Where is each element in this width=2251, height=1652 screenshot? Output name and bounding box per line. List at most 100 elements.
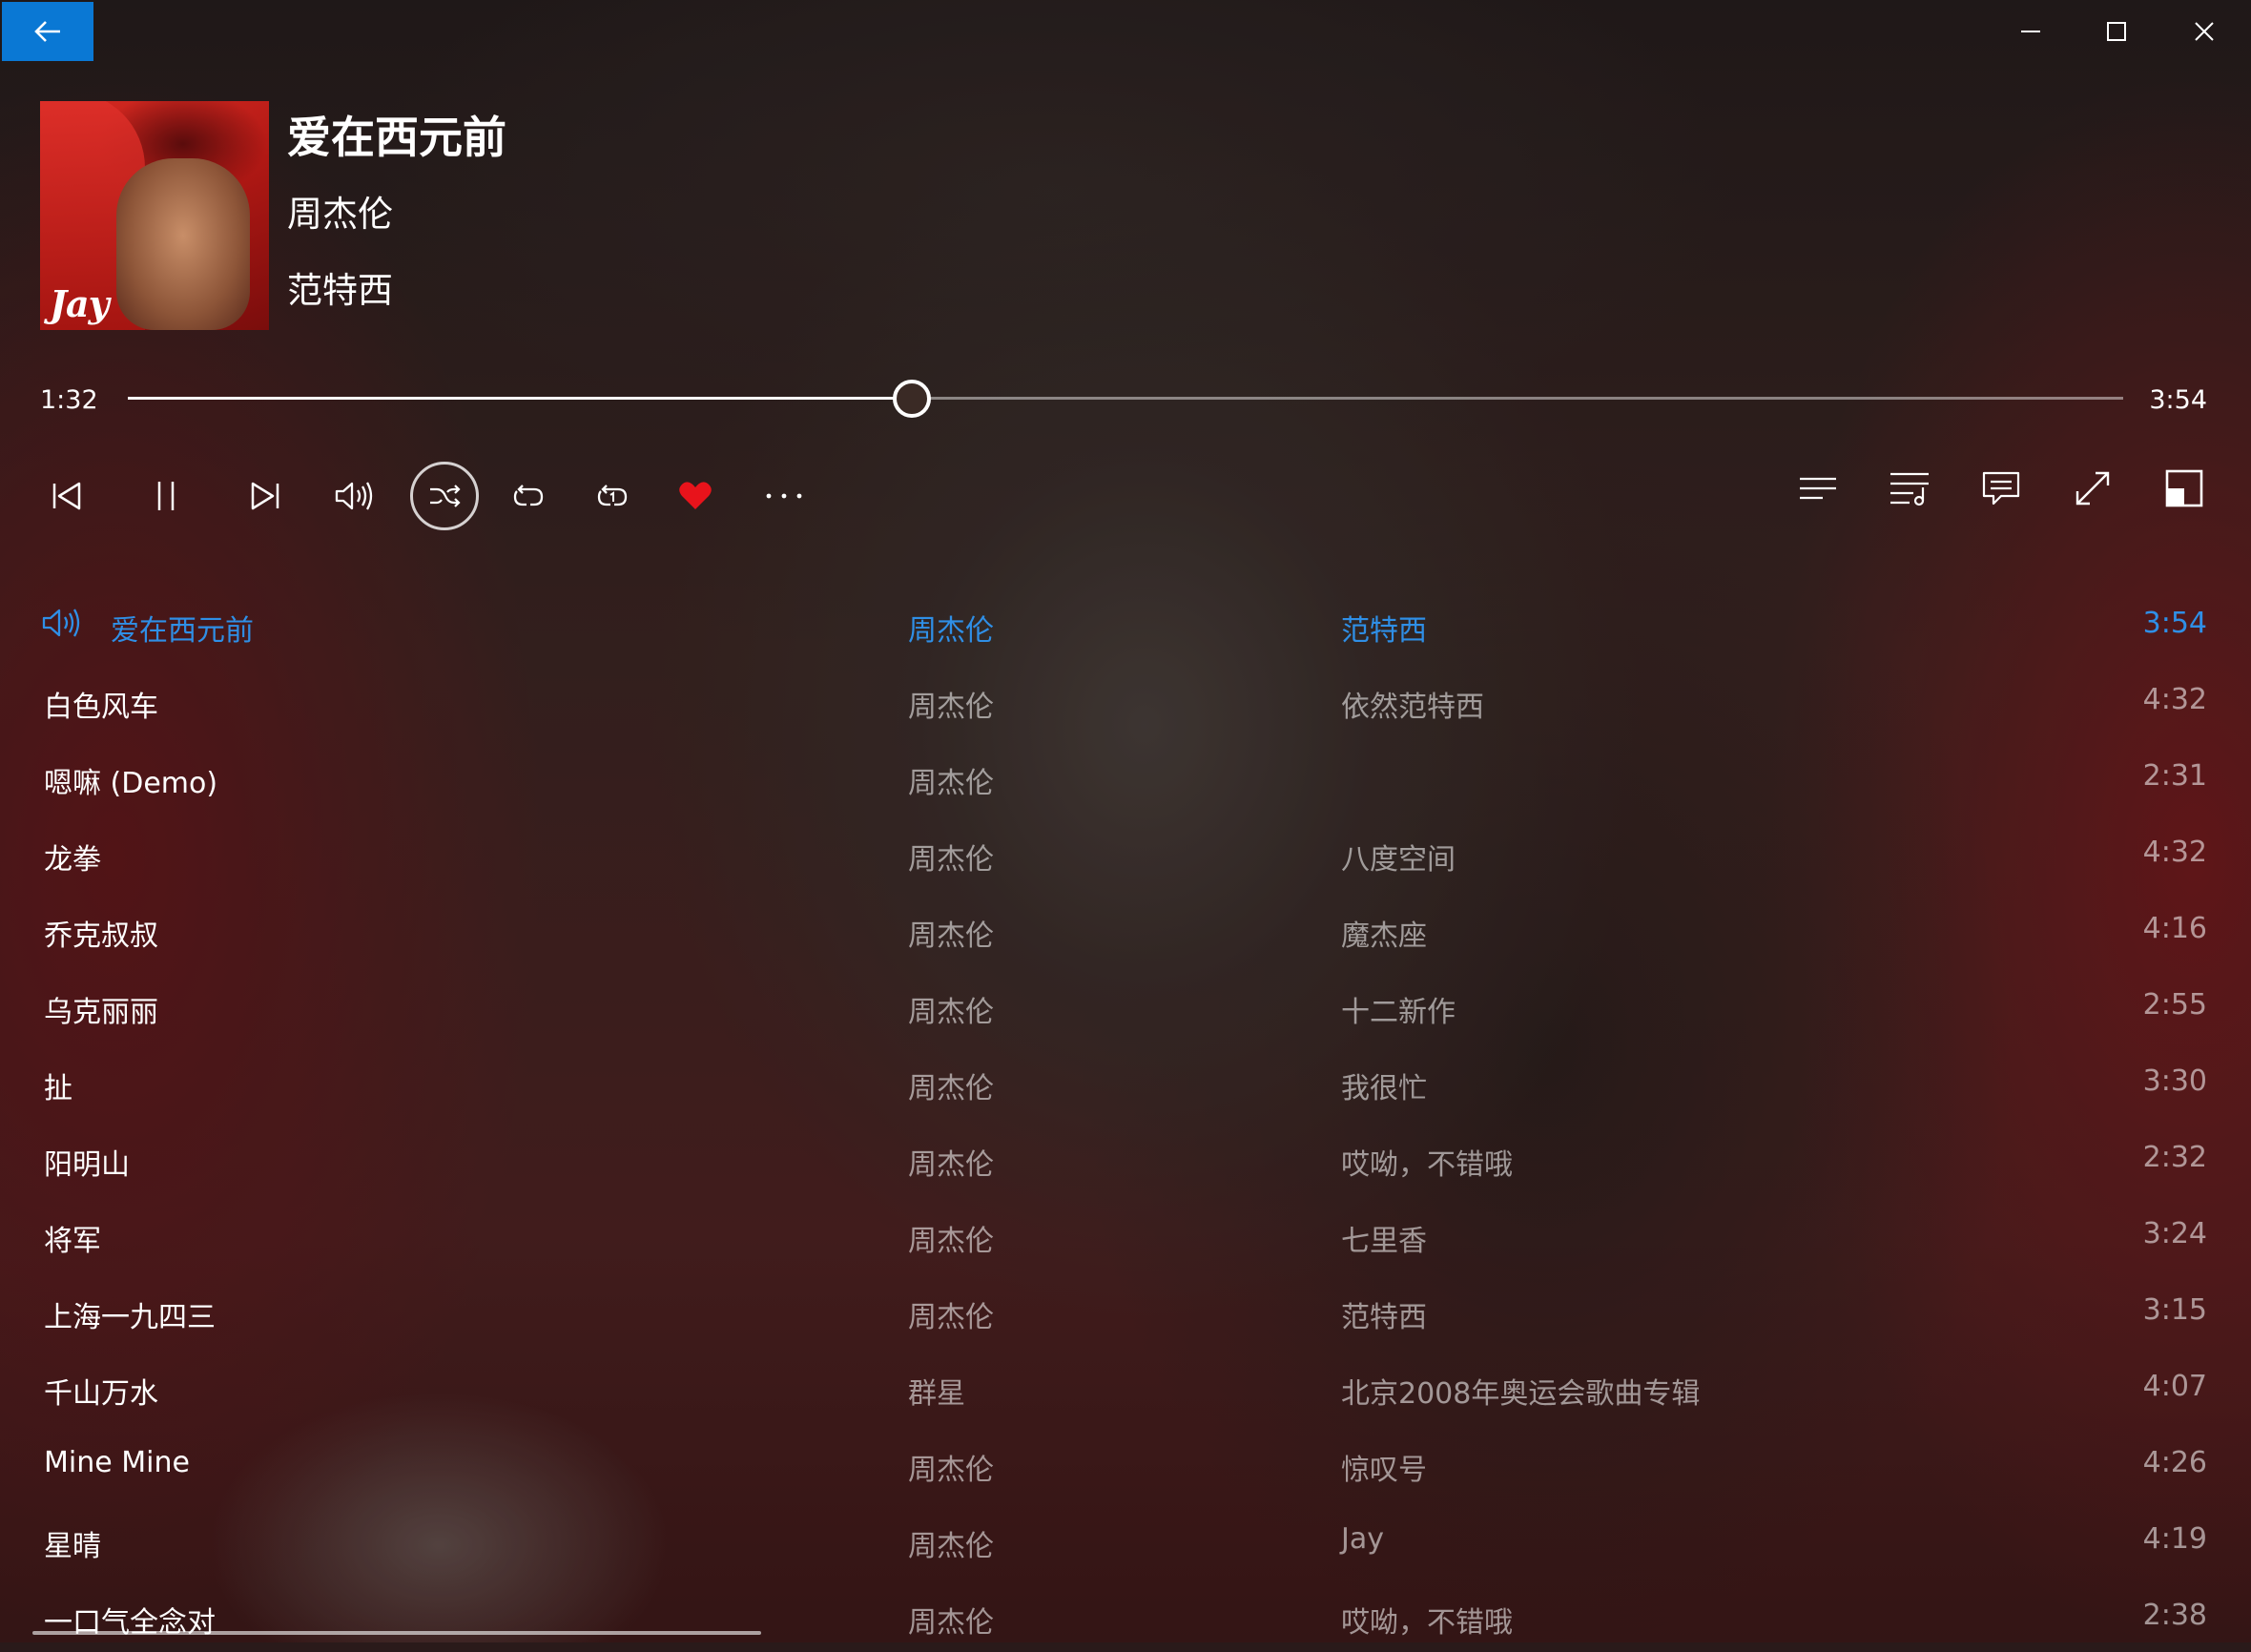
- fullscreen-button[interactable]: [2062, 458, 2123, 519]
- playlist-row[interactable]: 将军 周杰伦 七里香 3:24: [0, 1194, 2251, 1270]
- row-album: 范特西: [1341, 614, 1427, 648]
- row-title: 龙拳: [44, 843, 101, 877]
- lyrics-button[interactable]: [1787, 458, 1848, 519]
- maximize-button[interactable]: [2083, 8, 2150, 55]
- close-button[interactable]: [2171, 8, 2238, 55]
- row-album: 哎呦，不错哦: [1341, 1148, 1513, 1182]
- progress-thumb[interactable]: [893, 380, 932, 418]
- mini-mode-button[interactable]: [2154, 458, 2215, 519]
- playlist-row[interactable]: 嗯嘛 (Demo) 周杰伦 2:31: [0, 736, 2251, 813]
- next-icon: [251, 482, 279, 510]
- row-artist: 周杰伦: [908, 1225, 994, 1258]
- row-title: 白色风车: [44, 691, 158, 724]
- playlist-row[interactable]: 龙拳 周杰伦 八度空间 4:32: [0, 813, 2251, 889]
- row-album: 惊叹号: [1341, 1454, 1427, 1487]
- row-title: 阳明山: [44, 1148, 130, 1182]
- row-duration: 4:07: [2142, 1370, 2207, 1403]
- pause-button[interactable]: [135, 465, 196, 527]
- next-button[interactable]: [235, 465, 296, 527]
- cover-logo: Jay: [50, 282, 110, 325]
- row-artist: 周杰伦: [908, 767, 994, 800]
- lyrics-icon: [1800, 477, 1836, 500]
- cover-face: [116, 158, 250, 330]
- playlist-row[interactable]: 扯 周杰伦 我很忙 3:30: [0, 1042, 2251, 1118]
- row-artist: 周杰伦: [908, 1606, 994, 1640]
- row-title: 将军: [44, 1225, 101, 1258]
- now-playing-icon: [42, 607, 84, 647]
- album-cover[interactable]: Jay: [40, 101, 269, 330]
- minimize-icon: [2021, 31, 2040, 32]
- row-album: 八度空间: [1341, 843, 1456, 877]
- row-title: 上海一九四三: [44, 1301, 216, 1334]
- song-title: 爱在西元前: [287, 112, 506, 163]
- row-title: 千山万水: [44, 1377, 158, 1411]
- volume-button[interactable]: [325, 465, 386, 527]
- playlist-row[interactable]: 阳明山 周杰伦 哎呦，不错哦 2:32: [0, 1118, 2251, 1194]
- song-album[interactable]: 范特西: [287, 261, 393, 313]
- playlist-icon: [1890, 472, 1929, 506]
- row-album: Jay: [1341, 1522, 1384, 1556]
- row-artist: 周杰伦: [908, 691, 994, 724]
- row-duration: 3:24: [2142, 1217, 2207, 1250]
- row-duration: 4:32: [2142, 836, 2207, 869]
- row-duration: 4:32: [2142, 683, 2207, 716]
- playlist-row[interactable]: 千山万水 群星 北京2008年奥运会歌曲专辑 4:07: [0, 1347, 2251, 1423]
- row-duration: 2:32: [2142, 1141, 2207, 1174]
- row-album: 七里香: [1341, 1225, 1427, 1258]
- previous-icon: [52, 482, 81, 510]
- current-time: 1:32: [40, 385, 98, 415]
- arrow-left-icon: [34, 21, 60, 42]
- playlist-row[interactable]: 一口气全念对 周杰伦 哎呦，不错哦 2:38: [0, 1576, 2251, 1652]
- playlist-row[interactable]: 星晴 周杰伦 Jay 4:19: [0, 1499, 2251, 1576]
- row-artist: 周杰伦: [908, 1301, 994, 1334]
- heart-icon: [679, 482, 712, 509]
- row-duration: 2:31: [2142, 759, 2207, 793]
- row-title: 扯: [44, 1072, 72, 1105]
- horizontal-scrollbar[interactable]: [32, 1631, 761, 1635]
- row-duration: 4:26: [2142, 1446, 2207, 1479]
- row-artist: 周杰伦: [908, 843, 994, 877]
- comment-button[interactable]: [1971, 458, 2032, 519]
- row-artist: 周杰伦: [908, 1148, 994, 1182]
- playlist-row[interactable]: 乌克丽丽 周杰伦 十二新作 2:55: [0, 965, 2251, 1042]
- playlist-row[interactable]: Mine Mine 周杰伦 惊叹号 4:26: [0, 1423, 2251, 1499]
- pause-icon: [157, 482, 175, 510]
- repeat-one-icon: [597, 485, 628, 506]
- playlist-row[interactable]: 乔克叔叔 周杰伦 魔杰座 4:16: [0, 889, 2251, 965]
- repeat-icon: [513, 485, 544, 506]
- playlist-row[interactable]: 上海一九四三 周杰伦 范特西 3:15: [0, 1270, 2251, 1347]
- row-duration: 2:55: [2142, 988, 2207, 1022]
- playlist-row[interactable]: 白色风车 周杰伦 依然范特西 4:32: [0, 660, 2251, 736]
- row-artist: 周杰伦: [908, 1454, 994, 1487]
- row-artist: 周杰伦: [908, 1530, 994, 1563]
- playlist-button[interactable]: [1879, 458, 1940, 519]
- comment-icon: [1982, 471, 2020, 506]
- row-title: 乔克叔叔: [44, 919, 158, 953]
- row-title: 嗯嘛 (Demo): [44, 767, 218, 800]
- row-duration: 3:30: [2142, 1064, 2207, 1098]
- row-artist: 周杰伦: [908, 614, 994, 648]
- volume-icon: [335, 482, 373, 510]
- favorite-button[interactable]: [665, 465, 726, 527]
- row-album: 我很忙: [1341, 1072, 1427, 1105]
- row-duration: 4:16: [2142, 912, 2207, 945]
- repeat-one-button[interactable]: [582, 465, 643, 527]
- mini-mode-icon: [2165, 469, 2203, 507]
- row-album: 依然范特西: [1341, 691, 1484, 724]
- song-artist[interactable]: 周杰伦: [287, 185, 393, 237]
- playlist-row[interactable]: 爱在西元前 周杰伦 范特西 3:54: [0, 584, 2251, 660]
- total-time: 3:54: [2149, 385, 2207, 415]
- minimize-button[interactable]: [1997, 8, 2064, 55]
- more-button[interactable]: [754, 465, 815, 527]
- progress-track[interactable]: [128, 380, 2123, 418]
- back-button[interactable]: [2, 2, 93, 61]
- repeat-button[interactable]: [498, 465, 559, 527]
- previous-button[interactable]: [36, 465, 97, 527]
- fullscreen-icon: [2075, 471, 2110, 506]
- shuffle-button[interactable]: [410, 462, 479, 530]
- maximize-icon: [2107, 22, 2126, 41]
- close-icon: [2195, 22, 2214, 41]
- row-album: 范特西: [1341, 1301, 1427, 1334]
- row-title: 星晴: [44, 1530, 101, 1563]
- row-album: 十二新作: [1341, 996, 1456, 1029]
